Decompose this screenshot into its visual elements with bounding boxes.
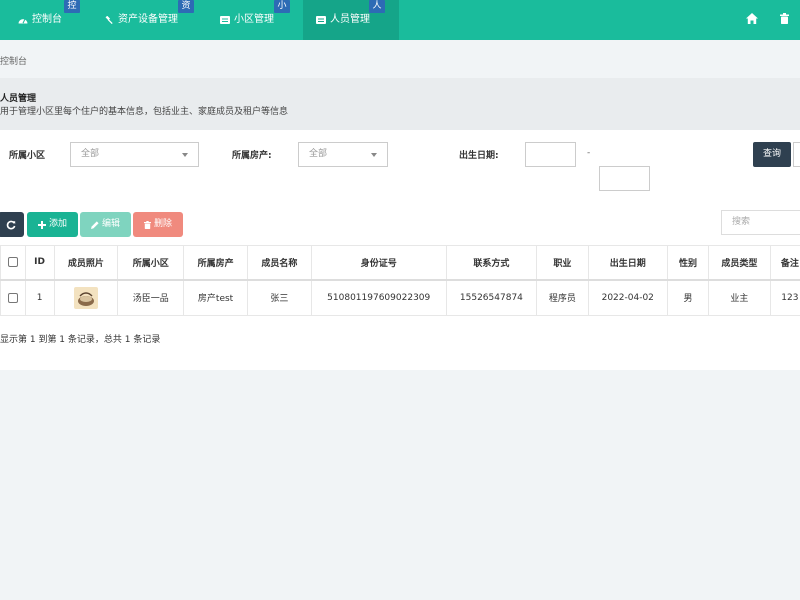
cell-member-type: 业主 (708, 279, 771, 316)
breadcrumb-bar: 控制台 (0, 40, 800, 78)
tab-personnel-label: 人员管理 (330, 14, 370, 25)
tab-community-label: 小区管理 (234, 14, 274, 25)
page-header: 人员管理 用于管理小区里每个住户的基本信息，包括业主、家庭成员及租户等信息 (0, 78, 800, 130)
query-button[interactable]: 查询 (753, 142, 791, 167)
home-icon[interactable] (746, 13, 758, 24)
community-select[interactable]: 全部 (70, 142, 199, 167)
birth-date-label: 出生日期: (459, 151, 499, 161)
header-note[interactable]: 备注 (769, 245, 800, 280)
tab-community-badge: 小 (274, 0, 290, 13)
community-filter-label: 所属小区 (9, 151, 46, 161)
header-contact[interactable]: 联系方式 (445, 245, 538, 280)
cell-id-card: 510801197609022309 (310, 279, 447, 316)
header-id-card[interactable]: 身份证号 (310, 245, 447, 280)
page-description: 用于管理小区里每个住户的基本信息，包括业主、家庭成员及租户等信息 (0, 107, 289, 117)
property-filter-label: 所属房产: (232, 151, 272, 161)
pencil-icon (90, 220, 99, 229)
row-checkbox[interactable] (7, 292, 18, 303)
cell-birth: 2022-04-02 (587, 279, 668, 316)
cell-job: 程序员 (536, 279, 589, 316)
header-community[interactable]: 所属小区 (117, 245, 185, 280)
edit-button[interactable]: 编辑 (80, 212, 131, 237)
chevron-down-icon (371, 153, 377, 157)
tab-dashboard-label: 控制台 (32, 14, 62, 25)
table-header-row: ID 成员照片 所属小区 所属房产 成员名称 身份证号 联系方式 职业 出生日期… (0, 245, 800, 280)
refresh-button[interactable] (0, 212, 24, 237)
header-photo[interactable]: 成员照片 (53, 245, 119, 280)
property-select-value: 全部 (309, 149, 328, 159)
select-all-cell (0, 245, 26, 280)
row-select-cell (0, 279, 26, 316)
header-property[interactable]: 所属房产 (183, 245, 248, 280)
chevron-down-icon (182, 153, 188, 157)
add-button-label: 添加 (48, 219, 67, 229)
breadcrumb[interactable]: 控制台 (0, 54, 27, 67)
cell-gender: 男 (666, 279, 710, 316)
page-title: 人员管理 (0, 94, 37, 104)
cell-photo (53, 279, 119, 316)
top-navbar: 控制台 控 资产设备管理 资 小区管理 小 人员管理 人 (0, 0, 800, 40)
header-member-type[interactable]: 成员类型 (708, 245, 771, 280)
list-icon (220, 16, 230, 24)
cell-community: 汤臣一品 (117, 279, 185, 316)
community-select-value: 全部 (81, 149, 100, 159)
gavel-icon (105, 16, 113, 24)
tab-asset-equipment-badge: 资 (178, 0, 194, 13)
cell-name: 张三 (246, 279, 312, 316)
header-name[interactable]: 成员名称 (246, 245, 312, 280)
delete-button[interactable]: 删除 (133, 212, 183, 237)
cell-id: 1 (24, 279, 55, 316)
select-all-checkbox[interactable] (7, 257, 18, 267)
header-birth[interactable]: 出生日期 (587, 245, 668, 280)
content-panel: 所属小区 全部 所属房产: 全部 出生日期: - 查询 添加 编辑 删除 搜索 (0, 130, 800, 370)
cell-property: 房产test (183, 279, 248, 316)
table-row[interactable]: 1 汤臣一品 房产test 张三 510801197609022309 1552… (0, 279, 800, 316)
pagination-info: 显示第 1 到第 1 条记录，总共 1 条记录 (0, 335, 161, 345)
personnel-table: ID 成员照片 所属小区 所属房产 成员名称 身份证号 联系方式 职业 出生日期… (0, 245, 800, 316)
list-icon (316, 16, 326, 24)
edit-button-label: 编辑 (101, 219, 120, 229)
member-photo[interactable] (73, 286, 98, 309)
tab-personnel-badge: 人 (369, 0, 385, 13)
cell-note: 123 (769, 279, 800, 316)
tab-dashboard-badge: 控 (64, 0, 80, 13)
reset-button[interactable] (793, 142, 800, 167)
dashboard-icon (18, 19, 28, 24)
refresh-icon (6, 220, 16, 229)
header-gender[interactable]: 性别 (666, 245, 710, 280)
property-select[interactable]: 全部 (298, 142, 388, 167)
cell-contact: 15526547874 (445, 279, 538, 316)
trash-icon (143, 220, 151, 229)
search-input[interactable]: 搜索 (721, 210, 800, 235)
plus-icon (37, 220, 46, 229)
delete-button-label: 删除 (153, 219, 172, 229)
add-button[interactable]: 添加 (27, 212, 78, 237)
trash-icon[interactable] (780, 13, 789, 24)
date-range-separator: - (587, 148, 591, 158)
header-job[interactable]: 职业 (536, 245, 589, 280)
tab-asset-equipment-label: 资产设备管理 (118, 14, 178, 25)
header-id[interactable]: ID (24, 245, 55, 280)
birth-date-end-input[interactable] (599, 166, 650, 191)
birth-date-start-input[interactable] (525, 142, 576, 167)
